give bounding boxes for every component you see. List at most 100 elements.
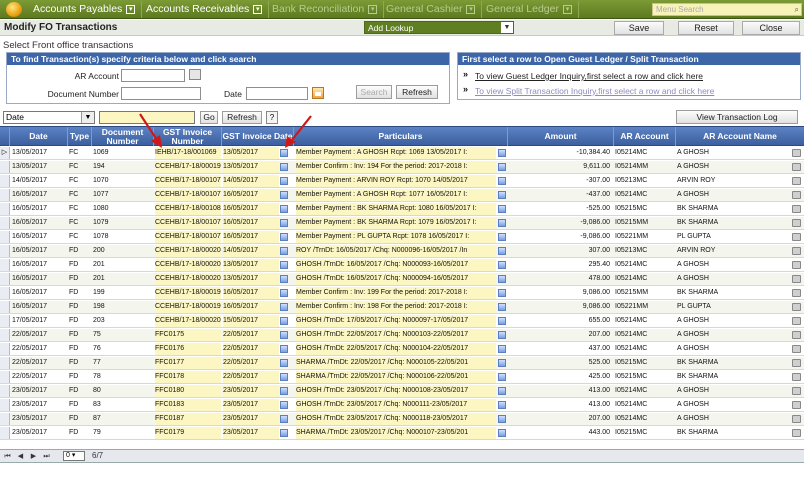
table-row[interactable]: ▷ 13/05/2017 FC 1069 IEHB/17-18/001069 13/05/… xyxy=(0,147,804,160)
lookup-icon[interactable] xyxy=(792,177,801,185)
lookup-icon[interactable] xyxy=(189,69,201,80)
table-row[interactable]: 23/05/2017 FD 83 FFC0183 23/05/2017 GHOSH /Tr… xyxy=(0,399,804,412)
details-icon[interactable] xyxy=(498,177,506,185)
lookup-icon[interactable] xyxy=(792,247,801,255)
col-particulars[interactable]: Particulars xyxy=(294,127,508,146)
next-page-icon[interactable]: ▶ xyxy=(29,452,38,461)
row-selector[interactable] xyxy=(0,413,10,425)
first-page-icon[interactable]: ⏮ xyxy=(3,452,12,461)
guest-ledger-inquiry-link[interactable]: To view Guest Ledger Inquiry,first selec… xyxy=(475,71,703,81)
lookup-icon[interactable] xyxy=(792,387,801,395)
lookup-icon[interactable] xyxy=(792,373,801,381)
lookup-icon[interactable] xyxy=(792,219,801,227)
calendar-icon[interactable] xyxy=(280,415,288,423)
details-icon[interactable] xyxy=(498,191,506,199)
calendar-icon[interactable] xyxy=(280,303,288,311)
calendar-icon[interactable] xyxy=(280,205,288,213)
row-selector[interactable] xyxy=(0,315,10,327)
details-icon[interactable] xyxy=(498,331,506,339)
lookup-icon[interactable] xyxy=(792,261,801,269)
col-gst-invoice-number[interactable]: GST Invoice Number xyxy=(154,127,222,146)
row-selector[interactable]: ▷ xyxy=(0,147,10,159)
row-selector[interactable] xyxy=(0,287,10,299)
row-selector[interactable] xyxy=(0,175,10,187)
details-icon[interactable] xyxy=(498,205,506,213)
row-selector[interactable] xyxy=(0,273,10,285)
document-number-input[interactable] xyxy=(121,87,201,100)
row-selector[interactable] xyxy=(0,161,10,173)
calendar-icon[interactable] xyxy=(280,331,288,339)
row-selector[interactable] xyxy=(0,301,10,313)
col-document-number[interactable]: Document Number xyxy=(92,127,154,146)
calendar-icon[interactable] xyxy=(280,289,288,297)
menu-tab-bank-reconciliation[interactable]: Bank Reconciliation ▾ xyxy=(266,1,385,18)
table-row[interactable]: 17/05/2017 FD 203 CCEHB/17-18/000203 15/05/2… xyxy=(0,315,804,328)
details-icon[interactable] xyxy=(498,261,506,269)
lookup-icon[interactable] xyxy=(792,205,801,213)
lookup-icon[interactable] xyxy=(792,317,801,325)
details-icon[interactable] xyxy=(498,149,506,157)
table-row[interactable]: 16/05/2017 FD 201 CCEHB/17-18/000201 13/05/2… xyxy=(0,273,804,286)
table-row[interactable]: 13/05/2017 FC 194 CCEHB/17-18/000194 13/05/2… xyxy=(0,161,804,174)
details-icon[interactable] xyxy=(498,387,506,395)
close-button[interactable]: Close xyxy=(742,21,800,35)
row-selector[interactable] xyxy=(0,371,10,383)
menu-tab-accounts-payables[interactable]: Accounts Payables ▾ xyxy=(27,1,143,18)
calendar-icon[interactable] xyxy=(280,149,288,157)
table-row[interactable]: 16/05/2017 FC 1077 CCEHB/17-18/001077 16/05/… xyxy=(0,189,804,202)
col-gst-invoice-date[interactable]: GST Invoice Date xyxy=(222,127,294,146)
details-icon[interactable] xyxy=(498,303,506,311)
table-row[interactable]: 14/05/2017 FC 1070 CCEHB/17-18/001070 14/05/… xyxy=(0,175,804,188)
table-row[interactable]: 22/05/2017 FD 76 FFC0176 22/05/2017 GHOSH /Tr… xyxy=(0,343,804,356)
table-row[interactable]: 16/05/2017 FD 201 CCEHB/17-18/000201 13/05/2… xyxy=(0,259,804,272)
calendar-icon[interactable] xyxy=(280,247,288,255)
prev-page-icon[interactable]: ◀ xyxy=(16,452,25,461)
calendar-icon[interactable] xyxy=(280,429,288,437)
calendar-icon[interactable] xyxy=(280,387,288,395)
row-selector[interactable] xyxy=(0,399,10,411)
view-transaction-log-button[interactable]: View Transaction Log xyxy=(676,110,798,124)
lookup-icon[interactable] xyxy=(792,401,801,409)
details-icon[interactable] xyxy=(498,275,506,283)
calendar-icon[interactable] xyxy=(280,219,288,227)
ar-account-input[interactable] xyxy=(121,69,185,82)
calendar-icon[interactable] xyxy=(280,275,288,283)
calendar-icon[interactable] xyxy=(280,345,288,353)
table-row[interactable]: 22/05/2017 FD 75 FFC0175 22/05/2017 GHOSH /Tr… xyxy=(0,329,804,342)
calendar-icon[interactable] xyxy=(280,261,288,269)
row-selector[interactable] xyxy=(0,189,10,201)
refresh-button[interactable]: Refresh xyxy=(396,85,438,99)
go-button[interactable]: Go xyxy=(200,111,218,124)
details-icon[interactable] xyxy=(498,345,506,353)
search-button[interactable]: Search xyxy=(356,85,392,99)
page-size-select[interactable]: 0 ▾ xyxy=(63,451,85,461)
details-icon[interactable] xyxy=(498,247,506,255)
calendar-icon[interactable] xyxy=(280,317,288,325)
row-selector[interactable] xyxy=(0,343,10,355)
details-icon[interactable] xyxy=(498,317,506,325)
row-selector[interactable] xyxy=(0,217,10,229)
calendar-icon[interactable] xyxy=(280,177,288,185)
details-icon[interactable] xyxy=(498,373,506,381)
split-transaction-inquiry-link[interactable]: To view Split Transaction Inquiry,first … xyxy=(475,86,714,96)
calendar-icon[interactable] xyxy=(280,233,288,241)
lookup-icon[interactable] xyxy=(792,191,801,199)
row-selector[interactable] xyxy=(0,259,10,271)
save-button[interactable]: Save xyxy=(614,21,664,35)
table-row[interactable]: 16/05/2017 FD 200 CCEHB/17-18/000200 14/05/2… xyxy=(0,245,804,258)
details-icon[interactable] xyxy=(498,429,506,437)
lookup-icon[interactable] xyxy=(792,415,801,423)
row-selector[interactable] xyxy=(0,231,10,243)
filter-field-select[interactable]: Date ▼ xyxy=(3,111,95,124)
col-ar-account-name[interactable]: AR Account Name xyxy=(676,127,804,146)
menu-tab-general-cashier[interactable]: General Cashier ▾ xyxy=(380,1,483,18)
lookup-icon[interactable] xyxy=(792,163,801,171)
calendar-icon[interactable] xyxy=(280,373,288,381)
date-input[interactable] xyxy=(246,87,308,100)
table-row[interactable]: 23/05/2017 FD 87 FFC0187 23/05/2017 GHOSH /Tr… xyxy=(0,413,804,426)
details-icon[interactable] xyxy=(498,401,506,409)
calendar-icon[interactable] xyxy=(280,359,288,367)
lookup-icon[interactable] xyxy=(792,275,801,283)
menu-search-input[interactable]: Menu Search ⌕ xyxy=(652,3,802,16)
table-row[interactable]: 22/05/2017 FD 78 FFC0178 22/05/2017 SHARMA /T… xyxy=(0,371,804,384)
